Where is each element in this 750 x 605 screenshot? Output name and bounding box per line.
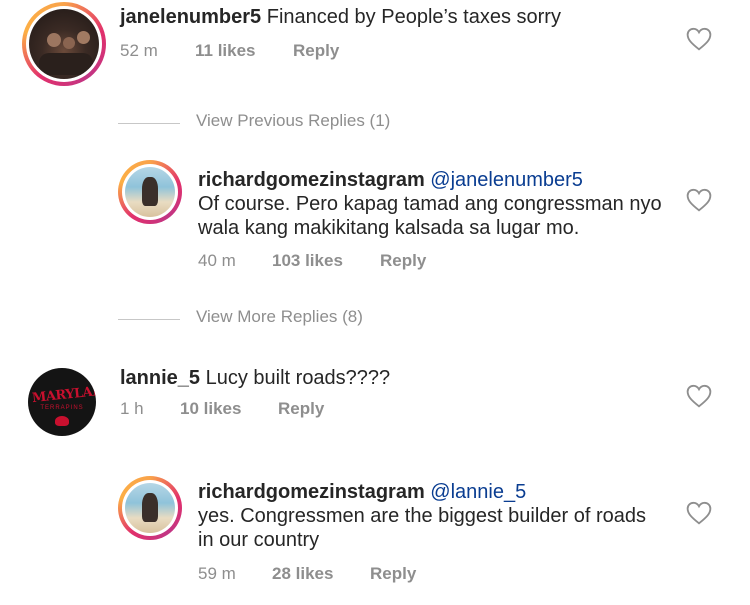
comment-body-line-2: wala kang makikitang kalsada sa lugar mo… <box>198 217 580 239</box>
avatar[interactable]: MARYLAND TERRAPINS <box>28 368 96 436</box>
comment-timestamp: 59 m <box>198 564 236 583</box>
comment-janelenumber5: janelenumber5 Financed by People’s taxes… <box>0 0 750 110</box>
mention-link[interactable]: @lannie_5 <box>425 481 526 503</box>
reply-button[interactable]: Reply <box>370 564 416 584</box>
avatar[interactable] <box>22 2 106 86</box>
avatar-logo-text: MARYLAND <box>31 382 96 407</box>
comment-text: richardgomezinstagram @lannie_5 yes. Con… <box>198 480 646 552</box>
reply-button[interactable]: Reply <box>380 251 426 271</box>
avatar-logo-subtext: TERRAPINS <box>40 405 84 411</box>
divider-line <box>118 123 180 124</box>
mention-link[interactable]: @janelenumber5 <box>425 169 583 191</box>
comment-username[interactable]: richardgomezinstagram <box>198 481 425 503</box>
turtle-logo-icon <box>55 416 69 426</box>
comment-username[interactable]: richardgomezinstagram <box>198 169 425 191</box>
likes-count[interactable]: 10 likes <box>180 399 241 419</box>
likes-count[interactable]: 103 likes <box>272 251 343 271</box>
heart-outline-icon[interactable] <box>686 384 712 408</box>
comment-body-line-1: Of course. Pero kapag tamad ang congress… <box>198 193 662 215</box>
comment-text: richardgomezinstagram @janelenumber5 Of … <box>198 168 662 240</box>
comment-text: lannie_5 Lucy built roads???? <box>120 366 390 390</box>
comment-timestamp: 40 m <box>198 251 236 270</box>
divider-line <box>118 319 180 320</box>
comment-timestamp: 1 h <box>120 399 144 418</box>
reply-richardgomezinstagram-2: richardgomezinstagram @lannie_5 yes. Con… <box>0 472 750 602</box>
comment-username[interactable]: lannie_5 <box>120 367 200 389</box>
view-more-replies-label[interactable]: View More Replies (8) <box>196 307 363 327</box>
comment-text: janelenumber5 Financed by People’s taxes… <box>120 5 561 29</box>
likes-count[interactable]: 28 likes <box>272 564 333 584</box>
view-previous-replies-label[interactable]: View Previous Replies (1) <box>196 111 390 131</box>
heart-outline-icon[interactable] <box>686 27 712 51</box>
likes-count[interactable]: 11 likes <box>195 41 256 61</box>
comment-body-line-2: in our country <box>198 529 320 551</box>
avatar[interactable] <box>118 160 182 224</box>
comment-body: Lucy built roads???? <box>200 367 391 389</box>
view-more-replies[interactable]: View More Replies (8) <box>118 307 438 331</box>
heart-outline-icon[interactable] <box>686 188 712 212</box>
comment-timestamp: 52 m <box>120 41 158 60</box>
reply-button[interactable]: Reply <box>278 399 324 419</box>
comment-username[interactable]: janelenumber5 <box>120 6 261 28</box>
comment-body-line-1: yes. Congressmen are the biggest builder… <box>198 505 647 527</box>
avatar[interactable] <box>118 476 182 540</box>
reply-button[interactable]: Reply <box>293 41 339 61</box>
comment-body: Financed by People’s taxes sorry <box>261 6 561 28</box>
reply-richardgomezinstagram-1: richardgomezinstagram @janelenumber5 Of … <box>0 160 750 280</box>
comment-lannie_5: MARYLAND TERRAPINS lannie_5 Lucy built r… <box>0 360 750 450</box>
heart-outline-icon[interactable] <box>686 501 712 525</box>
view-previous-replies[interactable]: View Previous Replies (1) <box>118 111 438 135</box>
